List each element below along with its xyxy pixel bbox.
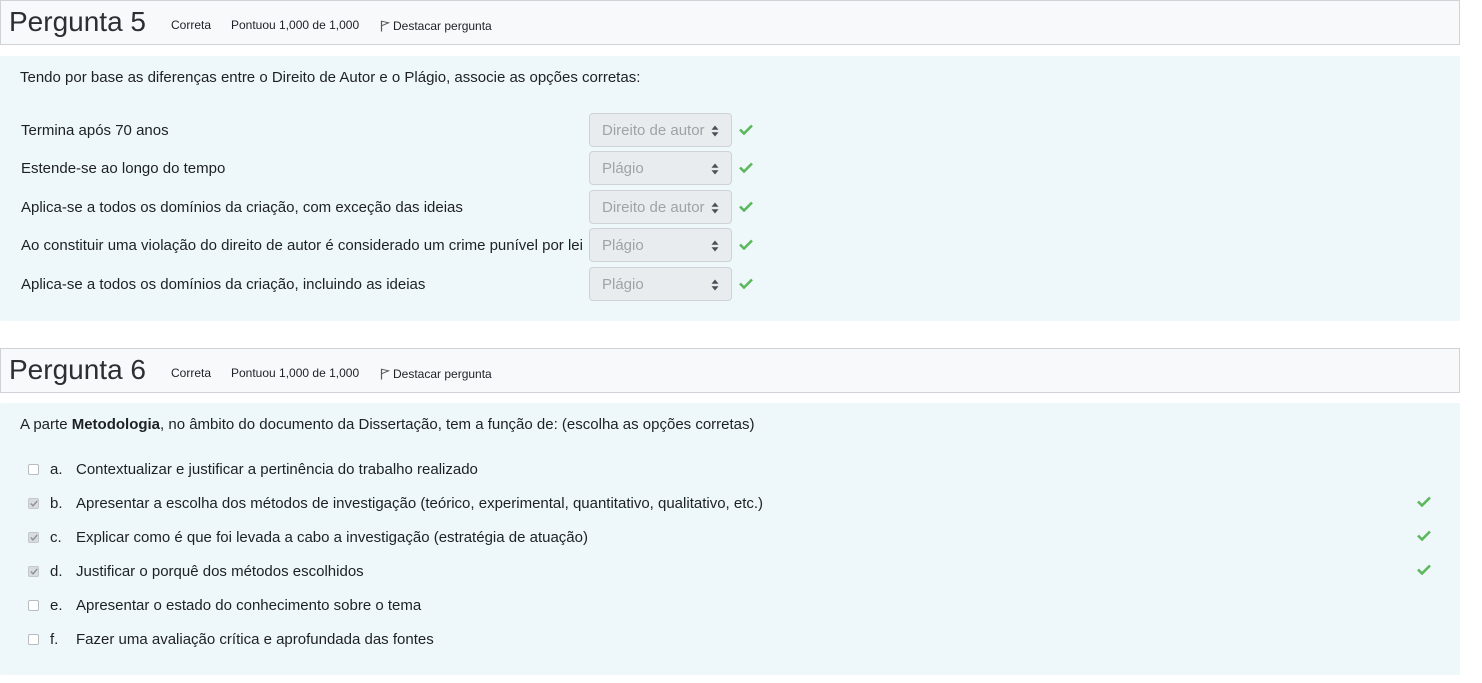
- sort-arrows-icon: [711, 163, 719, 175]
- check-icon: [1417, 564, 1431, 575]
- answer-select-value: Plágio: [602, 276, 644, 293]
- option-text: Justificar o porquê dos métodos escolhid…: [76, 563, 364, 580]
- checkbox-tick-icon: [30, 534, 38, 541]
- answer-select[interactable]: Plágio: [589, 151, 732, 185]
- option-checkbox[interactable]: [28, 532, 39, 543]
- question-stem: Tendo por base as diferenças entre o Dir…: [20, 69, 641, 86]
- answer-select-value: Plágio: [602, 237, 644, 254]
- check-icon: [739, 239, 753, 250]
- question-6-header: Pergunta 6 Correta Pontuou 1,000 de 1,00…: [0, 348, 1460, 393]
- option-letter: a.: [50, 461, 63, 478]
- question-score: Pontuou 1,000 de 1,000: [231, 18, 360, 32]
- check-icon: [739, 162, 753, 173]
- stem-prefix: A parte: [20, 416, 72, 433]
- option-letter: c.: [50, 529, 62, 546]
- answer-select[interactable]: Direito de autor: [589, 113, 732, 147]
- question-5-content: Tendo por base as diferenças entre o Dir…: [0, 56, 1460, 321]
- match-row-text: Ao constituir uma violação do direito de…: [21, 237, 583, 254]
- match-row-text: Aplica-se a todos os domínios da criação…: [21, 199, 463, 216]
- flag-icon: [380, 20, 391, 32]
- match-row-text: Aplica-se a todos os domínios da criação…: [21, 276, 426, 293]
- checkbox-tick-icon: [30, 568, 38, 575]
- question-stem: A parte Metodologia, no âmbito do docume…: [20, 416, 755, 433]
- stem-bold: Metodologia: [71, 416, 161, 433]
- answer-select-value: Direito de autor: [602, 122, 705, 139]
- answer-select-value: Direito de autor: [602, 199, 705, 216]
- option-letter: d.: [50, 563, 63, 580]
- question-title: Pergunta 6: [9, 354, 146, 385]
- check-icon: [739, 124, 753, 135]
- option-text: Explicar como é que foi levada a cabo a …: [76, 529, 588, 546]
- option-checkbox[interactable]: [28, 464, 39, 475]
- question-5-header: Pergunta 5 Correta Pontuou 1,000 de 1,00…: [0, 0, 1460, 45]
- question-6-content: A parte Metodologia, no âmbito do docume…: [0, 403, 1460, 675]
- check-icon: [1417, 530, 1431, 541]
- sort-arrows-icon: [711, 202, 719, 214]
- match-row-text: Estende-se ao longo do tempo: [21, 160, 226, 177]
- check-icon: [739, 201, 753, 212]
- option-text: Apresentar o estado do conhecimento sobr…: [76, 597, 422, 614]
- option-text: Fazer uma avaliação crítica e aprofundad…: [76, 631, 434, 648]
- flag-question-link[interactable]: Destacar pergunta: [380, 19, 492, 33]
- answer-select-value: Plágio: [602, 160, 644, 177]
- question-score: Pontuou 1,000 de 1,000: [231, 366, 360, 380]
- option-checkbox[interactable]: [28, 634, 39, 645]
- option-text: Contextualizar e justificar a pertinênci…: [76, 461, 478, 478]
- question-status: Correta: [171, 18, 212, 32]
- sort-arrows-icon: [711, 279, 719, 291]
- option-checkbox[interactable]: [28, 566, 39, 577]
- check-icon: [1417, 496, 1431, 507]
- question-status: Correta: [171, 366, 212, 380]
- option-letter: f.: [50, 631, 59, 648]
- check-icon: [739, 278, 753, 289]
- flag-question-label: Destacar pergunta: [393, 367, 492, 381]
- option-checkbox[interactable]: [28, 600, 39, 611]
- answer-select[interactable]: Plágio: [589, 228, 732, 262]
- sort-arrows-icon: [711, 240, 719, 252]
- option-text: Apresentar a escolha dos métodos de inve…: [76, 495, 764, 512]
- option-letter: e.: [50, 597, 63, 614]
- option-letter: b.: [50, 495, 63, 512]
- flag-icon: [380, 368, 391, 380]
- stem-suffix: , no âmbito do documento da Dissertação,…: [160, 416, 755, 433]
- flag-question-label: Destacar pergunta: [393, 19, 492, 33]
- flag-question-link[interactable]: Destacar pergunta: [380, 367, 492, 381]
- answer-select[interactable]: Plágio: [589, 267, 732, 301]
- question-title: Pergunta 5: [9, 6, 146, 37]
- option-checkbox[interactable]: [28, 498, 39, 509]
- answer-select[interactable]: Direito de autor: [589, 190, 732, 224]
- checkbox-tick-icon: [30, 500, 38, 507]
- match-row-text: Termina após 70 anos: [21, 122, 169, 139]
- sort-arrows-icon: [711, 125, 719, 137]
